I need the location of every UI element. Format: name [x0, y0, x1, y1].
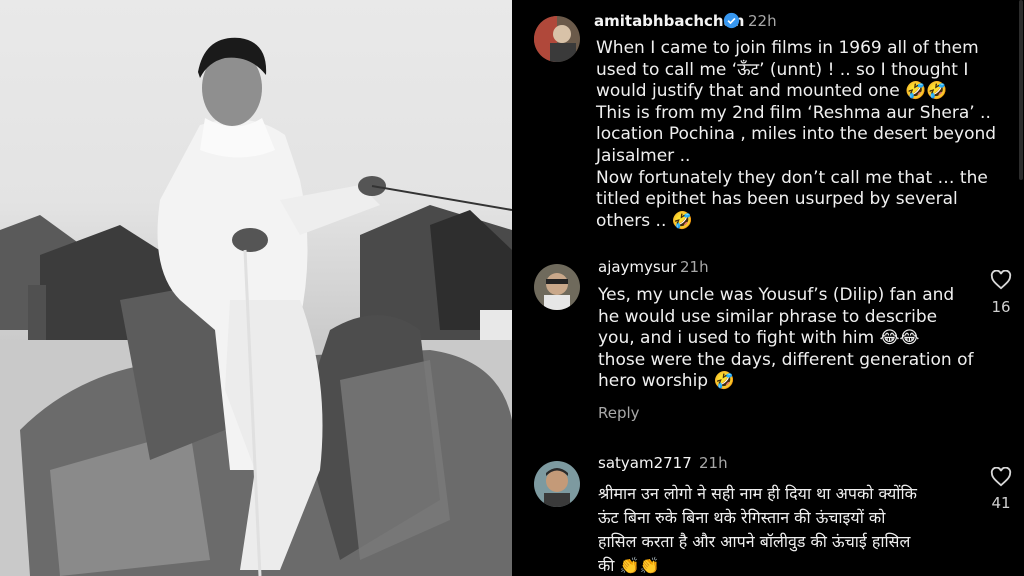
- username[interactable]: amitabhbachchan: [594, 12, 744, 30]
- caption-text: When I came to join films in 1969 all of…: [596, 38, 997, 231]
- avatar-image: [534, 461, 580, 507]
- timestamp: 22h: [748, 12, 777, 30]
- scrollbar[interactable]: [1019, 0, 1023, 180]
- timestamp: 21h: [680, 258, 709, 276]
- avatar[interactable]: [534, 16, 580, 62]
- username[interactable]: satyam2717: [598, 454, 692, 472]
- username[interactable]: ajaymysur: [598, 258, 676, 276]
- comments-panel: amitabhbachchan 22h When I came to join …: [512, 0, 1024, 576]
- like-count: 16: [991, 298, 1011, 316]
- verified-badge-icon: [723, 12, 740, 29]
- photo-illustration: [0, 37, 512, 576]
- avatar-image: [534, 16, 580, 62]
- post-photo: [0, 0, 512, 576]
- heart-outline-icon[interactable]: [990, 467, 1012, 487]
- comment-text: Yes, my uncle was Yousuf’s (Dilip) fan a…: [598, 285, 974, 392]
- reply-button[interactable]: Reply: [598, 404, 640, 422]
- heart-outline-icon[interactable]: [990, 270, 1012, 290]
- comment-text: श्रीमान उन लोगो ने सही नाम ही दिया था अप…: [598, 484, 917, 575]
- avatar[interactable]: [534, 264, 580, 310]
- timestamp: 21h: [699, 454, 728, 472]
- like-count: 41: [991, 494, 1011, 512]
- avatar-image: [534, 264, 580, 310]
- avatar[interactable]: [534, 461, 580, 507]
